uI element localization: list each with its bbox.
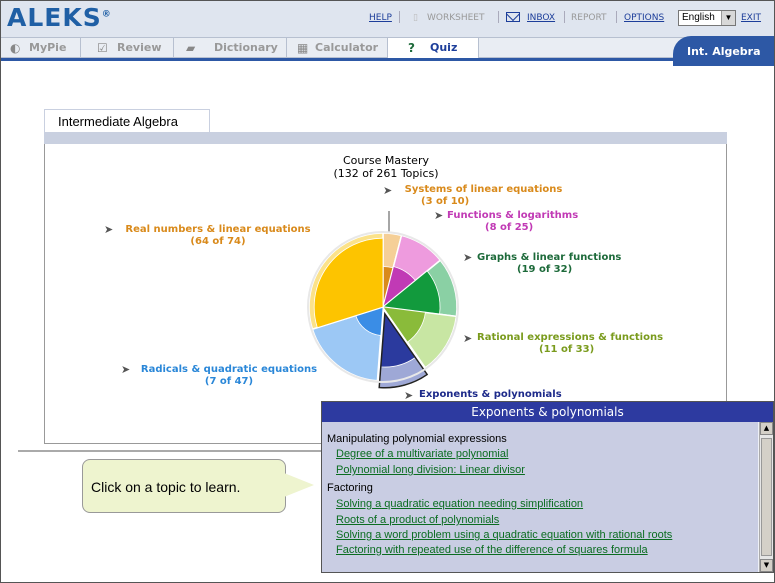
tab-bar: ◐ MyPie ☑ Review ▰ Dictionary ▦ Calculat… bbox=[1, 37, 774, 58]
slice-count: (8 of 25) bbox=[485, 222, 534, 233]
inbox-link[interactable]: INBOX bbox=[527, 13, 555, 23]
hint-callout: Click on a topic to learn. bbox=[82, 459, 286, 513]
slice-count: (19 of 32) bbox=[517, 264, 573, 275]
slice-label-functions[interactable]: Functions & logarithms (8 of 25) bbox=[447, 210, 592, 234]
slice-name: Radicals & quadratic equations bbox=[140, 364, 318, 375]
tab-dictionary[interactable]: ▰ Dictionary bbox=[174, 38, 287, 58]
quiz-icon: ? bbox=[408, 41, 415, 55]
slice-name: Rational expressions & functions bbox=[477, 332, 664, 343]
tab-label: MyPie bbox=[29, 41, 67, 54]
pie-icon: ◐ bbox=[10, 41, 21, 55]
slice-name: Real numbers & linear equations bbox=[125, 224, 311, 235]
mastery-title: Course Mastery bbox=[343, 154, 429, 167]
topic-link[interactable]: Roots of a product of polynomials bbox=[336, 514, 499, 526]
arrow-icon: ➤ bbox=[463, 332, 473, 345]
scroll-down-icon[interactable]: ▼ bbox=[760, 559, 773, 572]
top-bar: ALEKS® HELP ▯ WORKSHEET INBOX REPORT OPT… bbox=[1, 1, 774, 37]
topic-link[interactable]: Solving a word problem using a quadratic… bbox=[336, 529, 672, 541]
app-window: ALEKS® HELP ▯ WORKSHEET INBOX REPORT OPT… bbox=[0, 0, 775, 583]
panel-header-strip bbox=[44, 132, 210, 144]
tab-label: Review bbox=[117, 41, 162, 54]
slice-count: (11 of 33) bbox=[539, 344, 595, 355]
popup-scrollbar[interactable]: ▲ ▼ bbox=[759, 422, 773, 572]
arrow-icon: ➤ bbox=[121, 363, 131, 376]
arrow-icon: ➤ bbox=[434, 209, 444, 222]
tab-review[interactable]: ☑ Review bbox=[81, 38, 174, 58]
slice-count: (3 of 10) bbox=[421, 196, 470, 207]
topic-link[interactable]: Polynomial long division: Linear divisor bbox=[336, 464, 525, 476]
topic-list: Manipulating polynomial expressions Degr… bbox=[322, 422, 758, 572]
slice-count: (7 of 47) bbox=[204, 376, 254, 387]
slice-name: Functions & logarithms bbox=[447, 210, 579, 221]
help-link[interactable]: HELP bbox=[369, 13, 392, 23]
tab-label: Dictionary bbox=[214, 41, 278, 54]
topic-popup: Exponents & polynomials Manipulating pol… bbox=[321, 401, 774, 573]
slice-label-rational[interactable]: Rational expressions & functions (11 of … bbox=[477, 332, 677, 356]
popup-header: Exponents & polynomials bbox=[322, 402, 773, 422]
exit-link[interactable]: EXIT bbox=[741, 13, 761, 23]
slice-name: Systems of linear equations bbox=[404, 184, 563, 195]
tab-mypie[interactable]: ◐ MyPie bbox=[1, 38, 81, 58]
options-link[interactable]: OPTIONS bbox=[624, 13, 664, 23]
mastery-count: (132 of 261 Topics) bbox=[333, 167, 439, 180]
slice-label-graphs[interactable]: Graphs & linear functions (19 of 32) bbox=[477, 252, 637, 276]
aleks-logo: ALEKS® bbox=[7, 3, 112, 32]
divider bbox=[1, 58, 774, 61]
scroll-up-icon[interactable]: ▲ bbox=[760, 422, 773, 435]
chevron-down-icon[interactable]: ▼ bbox=[721, 11, 735, 25]
worksheet-icon: ▯ bbox=[413, 13, 418, 23]
popup-title: Exponents & polynomials bbox=[471, 405, 624, 419]
slice-label-real-numbers[interactable]: Real numbers & linear equations (64 of 7… bbox=[118, 224, 318, 248]
topic-link[interactable]: Factoring with repeated use of the diffe… bbox=[336, 544, 648, 556]
book-icon: ▰ bbox=[186, 41, 196, 55]
slice-label-radicals[interactable]: Radicals & quadratic equations (7 of 47) bbox=[134, 364, 324, 388]
tab-calculator[interactable]: ▦ Calculator bbox=[287, 38, 388, 58]
inbox-icon[interactable] bbox=[506, 12, 520, 22]
divider bbox=[498, 11, 499, 23]
check-icon: ☑ bbox=[97, 41, 108, 55]
slice-name: Exponents & polynomials bbox=[419, 389, 562, 400]
divider bbox=[18, 450, 323, 452]
tab-label: Quiz bbox=[430, 41, 458, 54]
slice-label-systems[interactable]: Systems of linear equations (3 of 10) bbox=[396, 184, 571, 208]
topic-link[interactable]: Solving a quadratic equation needing sim… bbox=[336, 498, 583, 510]
report-link[interactable]: REPORT bbox=[571, 13, 607, 23]
divider bbox=[616, 11, 617, 23]
panel-header-strip bbox=[210, 132, 727, 144]
arrow-icon: ➤ bbox=[383, 184, 393, 197]
divider bbox=[564, 11, 565, 23]
language-value: English bbox=[682, 12, 715, 23]
slice-name: Graphs & linear functions bbox=[477, 252, 622, 263]
slice-count: (64 of 74) bbox=[190, 236, 246, 247]
arrow-icon: ➤ bbox=[104, 223, 114, 236]
section-heading: Manipulating polynomial expressions bbox=[327, 433, 507, 445]
callout-pointer bbox=[284, 473, 314, 497]
tab-quiz[interactable]: ? Quiz bbox=[388, 38, 479, 58]
course-badge: Int. Algebra bbox=[673, 36, 774, 66]
course-title-tab: Intermediate Algebra bbox=[44, 109, 210, 132]
calculator-icon: ▦ bbox=[297, 41, 309, 55]
topic-link[interactable]: Degree of a multivariate polynomial bbox=[336, 448, 508, 460]
divider bbox=[399, 11, 400, 23]
section-heading: Factoring bbox=[327, 482, 373, 494]
tab-label: Calculator bbox=[315, 41, 379, 54]
arrow-icon: ➤ bbox=[463, 251, 473, 264]
slice-label-exponents[interactable]: Exponents & polynomials bbox=[419, 389, 579, 401]
scroll-thumb[interactable] bbox=[761, 438, 772, 556]
worksheet-link[interactable]: WORKSHEET bbox=[427, 13, 485, 23]
language-select[interactable]: English ▼ bbox=[678, 10, 736, 26]
